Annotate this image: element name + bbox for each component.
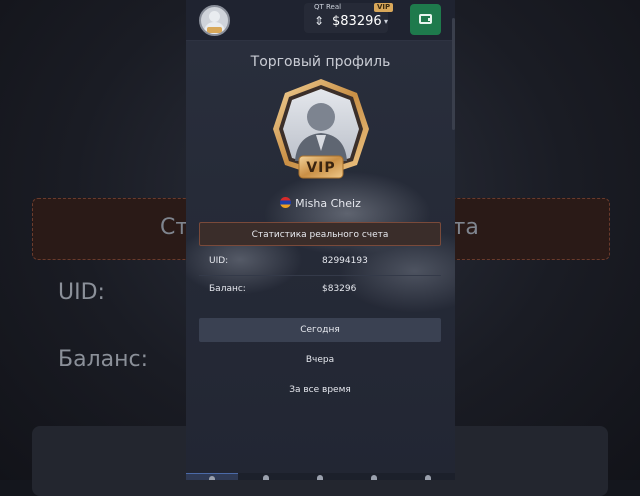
background-uid-label: UID:	[58, 280, 105, 305]
account-balance: $83296	[332, 14, 382, 29]
trophy-icon	[371, 475, 377, 480]
background-balance-label: Баланс:	[58, 347, 149, 372]
stat-row-uid: UID: 82994193	[199, 249, 441, 276]
avatar-vip-badge	[207, 27, 222, 33]
period-all-time[interactable]: За все время	[199, 378, 441, 402]
scrollbar[interactable]	[452, 18, 455, 130]
avatar-head	[209, 11, 220, 22]
period-yesterday[interactable]: Вчера	[199, 348, 441, 372]
stat-value: 82994193	[322, 256, 368, 266]
nav-item-5[interactable]	[402, 473, 454, 480]
username: Misha Cheiz	[186, 197, 455, 210]
switch-arrows-icon: ⇕	[314, 14, 325, 28]
bottom-nav	[186, 473, 455, 480]
vip-profile-badge: VIP	[273, 79, 369, 179]
stat-label: Баланс:	[209, 284, 246, 294]
wallet-button[interactable]	[410, 4, 441, 35]
person-head-icon	[307, 103, 335, 131]
stat-row-balance: Баланс: $83296	[199, 277, 441, 303]
vip-plate-text: VIP	[306, 160, 335, 176]
phone-screen: QT Real VIP ⇕ $83296 ▾ Торговый профиль	[186, 0, 455, 480]
chevron-down-icon: ▾	[384, 17, 389, 26]
flag-icon	[280, 197, 292, 208]
avatar[interactable]	[199, 5, 230, 36]
nav-item-3[interactable]	[294, 473, 346, 480]
period-today[interactable]: Сегодня	[199, 318, 441, 342]
nav-item-2[interactable]	[240, 473, 292, 480]
stat-value: $83296	[322, 284, 357, 294]
account-selector[interactable]: QT Real VIP ⇕ $83296 ▾	[304, 3, 394, 33]
menu-icon	[425, 475, 431, 480]
page-title: Торговый профиль	[250, 54, 391, 70]
wallet-icon	[419, 14, 432, 24]
profile-icon	[209, 476, 215, 480]
account-type-label: QT Real	[314, 3, 342, 11]
stat-label: UID:	[209, 256, 229, 266]
nav-item-4[interactable]	[348, 473, 400, 480]
top-bar: QT Real VIP ⇕ $83296 ▾	[186, 0, 455, 41]
username-text: Misha Cheiz	[295, 197, 361, 210]
vip-badge: VIP	[374, 3, 394, 12]
nav-item-profile[interactable]	[186, 473, 238, 480]
user-icon	[263, 475, 269, 480]
shield-icon	[317, 475, 323, 480]
stats-header: Статистика реального счета	[199, 222, 441, 246]
